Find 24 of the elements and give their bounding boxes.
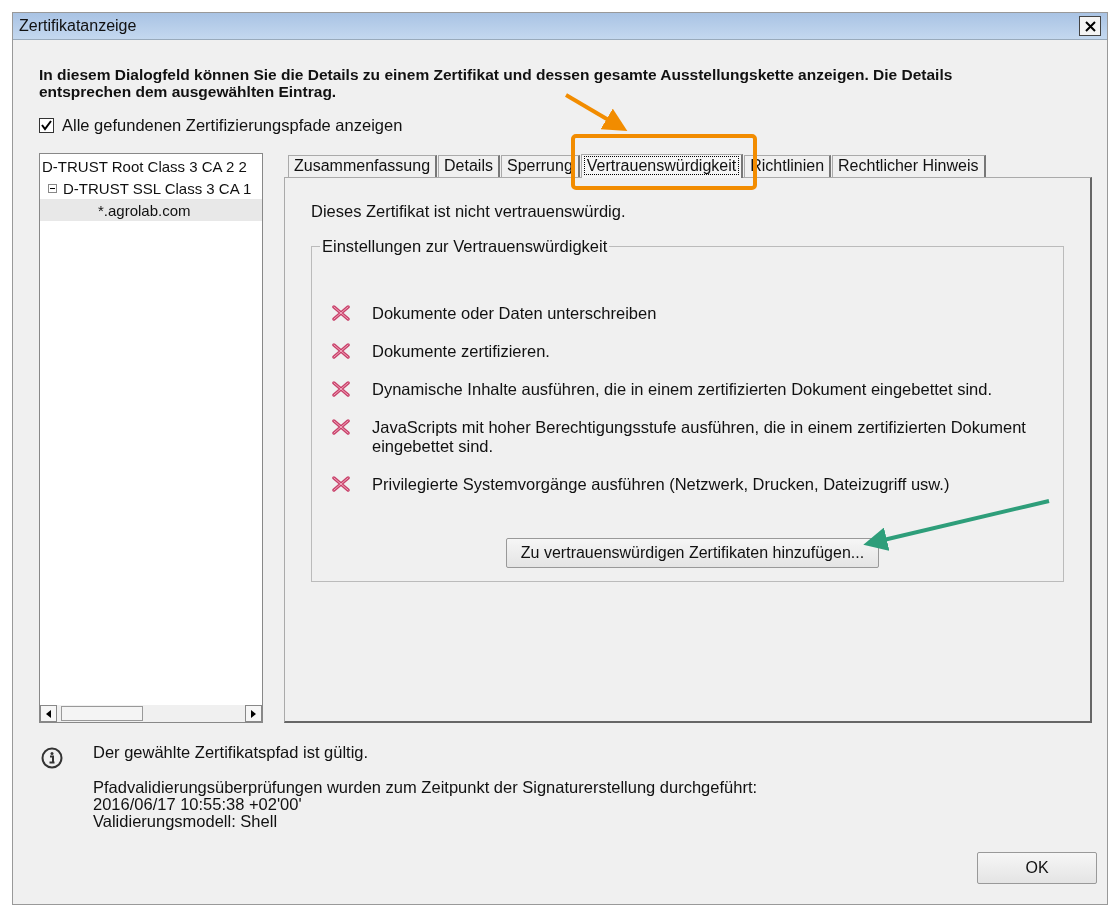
tree-item[interactable]: *.agrolab.com [40, 199, 262, 221]
validation-detail: 2016/06/17 10:55:38 +02'00' [93, 796, 302, 813]
tab[interactable]: Details [438, 155, 500, 177]
add-to-trusted-button[interactable]: Zu vertrauenswürdigen Zertifikaten hinzufügen... [505, 538, 880, 568]
tree-item[interactable]: D-TRUST Root Class 3 CA 2 2 [40, 155, 262, 177]
tab[interactable]: Rechtlicher Hinweis [832, 155, 986, 177]
ok-button[interactable]: OK [977, 852, 1097, 884]
validity-message: Der gewählte Zertifikatspfad ist gültig. [93, 744, 370, 761]
trust-status-text: Dieses Zertifikat ist nicht vertrauenswürdig. [311, 202, 627, 221]
permission-text: Dynamische Inhalte ausführen, die in einem zertifizierten Dokument eingebettet sind. [372, 380, 993, 399]
show-all-paths-checkbox[interactable]: Alle gefundenen Zertifizierungspfade anzeigen [39, 116, 1107, 135]
permission-text: JavaScripts mit hoher Berechtigungsstufe ausführen, die in einem zertifizierten Dokument eingebettet sind. [372, 418, 1027, 456]
permission-text: Privilegierte Systemvorgänge ausführen (Netzwerk, Drucken, Dateizugriff usw.) [372, 475, 951, 494]
group-title: Einstellungen zur Vertrauenswürdigkeit [321, 237, 609, 256]
tab[interactable]: Sperrung [500, 155, 580, 177]
window-title: Zertifikatanzeige [19, 17, 137, 35]
tree-item[interactable]: D-TRUST SSL Class 3 CA 1 [40, 177, 262, 199]
permission-text: Dokumente zertifizieren. [372, 342, 551, 361]
validation-detail: Validierungsmodell: Shell [93, 813, 279, 830]
tab[interactable]: Vertrauenswürdigkeit [580, 154, 744, 178]
intro-text: In diesem Dialogfeld können Sie die Details zu einem Zertifikat und dessen gesamte Ausstellungskette anzeigen. Die Details entsprechen dem ausgewählten Eintrag. [39, 66, 954, 100]
validation-detail: Pfadvalidierungsüberprüfungen wurden zum Zeitpunkt der Signaturerstellung durchgeführt: [93, 779, 758, 796]
permission-text: Dokumente oder Daten unterschreiben [372, 304, 658, 323]
tab[interactable]: Zusammenfassung [288, 155, 438, 177]
